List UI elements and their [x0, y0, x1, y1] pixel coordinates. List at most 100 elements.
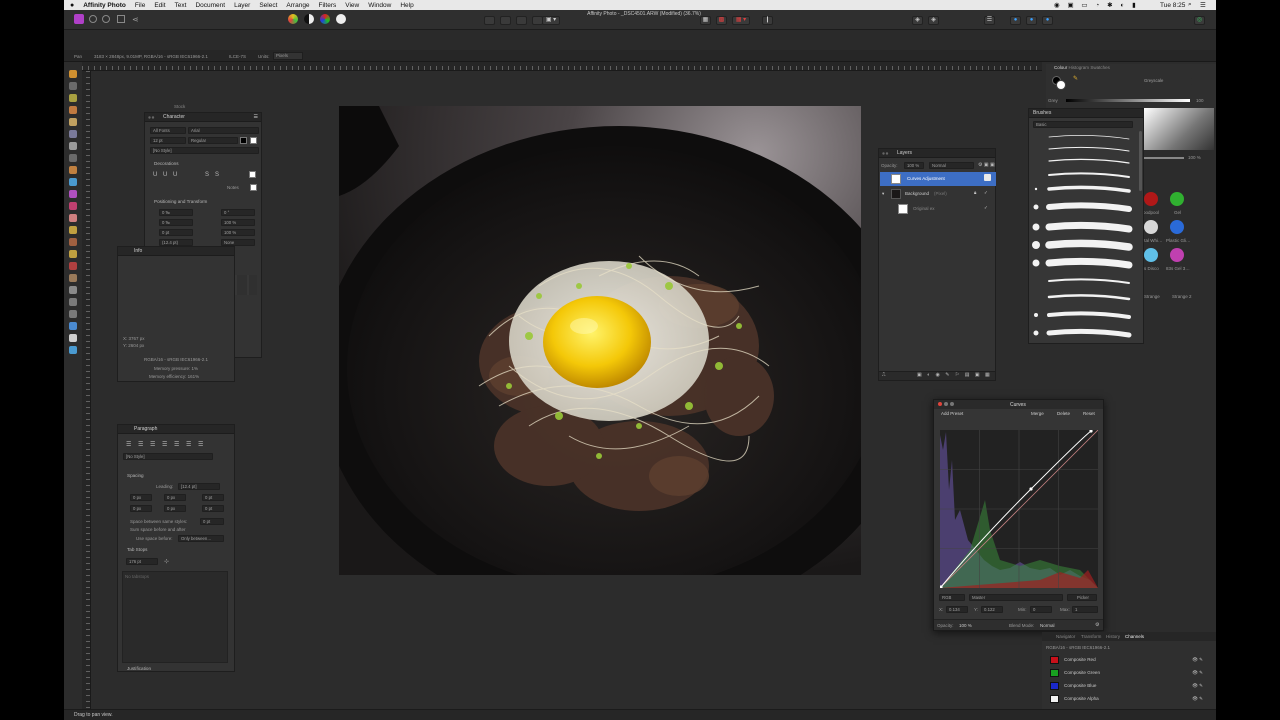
- tab-swatches[interactable]: Swatches: [1090, 65, 1110, 70]
- marquee-tool-icon[interactable]: [69, 154, 77, 162]
- curves-settings-icon[interactable]: ⚙: [1095, 622, 1099, 628]
- menu-list-icon[interactable]: ☰: [1200, 1, 1206, 9]
- foreground-colour-circle[interactable]: [1056, 80, 1066, 90]
- paint-brush-icon[interactable]: [69, 106, 77, 114]
- curves-y-field[interactable]: 0.122: [981, 606, 1003, 613]
- layer-options-icon[interactable]: ⎍: [882, 372, 886, 378]
- layer-row-curves[interactable]: Curves Adjustment: [880, 172, 996, 186]
- menu-layer[interactable]: Layer: [234, 2, 250, 9]
- lock-icons[interactable]: ⚙ ▣ ▣: [978, 162, 995, 168]
- justify-right-icon[interactable]: ☰: [186, 441, 191, 448]
- quick-mask-icon[interactable]: ▦: [700, 16, 711, 25]
- colour-picker-icon[interactable]: [69, 94, 77, 102]
- panel-window-controls-icon[interactable]: [148, 116, 158, 119]
- indent-left-field[interactable]: 0 px: [130, 494, 152, 501]
- tab-history[interactable]: History: [1106, 634, 1120, 639]
- persona-tonemap-icon[interactable]: [117, 15, 125, 23]
- blur-tool-icon[interactable]: [69, 286, 77, 294]
- channel-row-red[interactable]: Composite Red 👁︎ ✎: [1042, 654, 1212, 666]
- font-family-select[interactable]: Arial: [188, 127, 259, 134]
- tab-stop-field[interactable]: 176 pt: [126, 558, 158, 565]
- character-style-select[interactable]: [No Style]: [150, 147, 259, 154]
- close-icon[interactable]: [938, 402, 942, 406]
- refine-selection-icon[interactable]: ▩: [716, 16, 727, 25]
- decorations-section[interactable]: Decorations: [154, 161, 179, 166]
- delete-button[interactable]: Delete: [1057, 411, 1070, 416]
- curves-opacity-value[interactable]: 100 %: [959, 623, 972, 628]
- menu-edit[interactable]: Edit: [154, 2, 165, 9]
- view-mode-icon[interactable]: ●: [1026, 16, 1037, 25]
- brush-sample-blue[interactable]: [1170, 220, 1184, 234]
- sum-space-checkbox[interactable]: Sum space before and after: [130, 527, 186, 532]
- brush-sample-cyan[interactable]: [1144, 248, 1158, 262]
- double-underline-icon[interactable]: U: [163, 172, 167, 178]
- use-space-before-select[interactable]: Only between…: [178, 535, 224, 542]
- justify-all-icon[interactable]: ☰: [198, 441, 203, 448]
- space-same-styles-field[interactable]: 0 pt: [200, 518, 224, 525]
- channel-row-alpha[interactable]: Composite Alpha 👁︎ ✎: [1042, 693, 1212, 705]
- apple-icon[interactable]: ●: [70, 2, 74, 9]
- tab-transform[interactable]: Transform: [1081, 634, 1101, 639]
- eraser-tool-icon[interactable]: [69, 214, 77, 222]
- align-right-icon[interactable]: ☰: [150, 441, 155, 448]
- curves-graph[interactable]: [940, 430, 1098, 588]
- notes-swatch[interactable]: [250, 184, 257, 191]
- lasso-tool-icon[interactable]: [69, 166, 77, 174]
- persona-develop-icon[interactable]: [102, 15, 110, 23]
- split-view-icon[interactable]: ●: [1042, 16, 1053, 25]
- brush-strokes-list[interactable]: [1029, 131, 1143, 343]
- persona-liquify-icon[interactable]: [89, 15, 97, 23]
- spacing-section[interactable]: Spacing: [127, 473, 144, 478]
- reset-button[interactable]: Reset: [1083, 411, 1095, 416]
- colour-picker-icon[interactable]: ✎: [1073, 75, 1078, 82]
- crop-tool-icon[interactable]: [69, 118, 77, 126]
- double-strikethrough-icon[interactable]: S: [215, 172, 219, 178]
- flood-select-icon[interactable]: [69, 142, 77, 150]
- mask-mode-icon[interactable]: ▦ ▾: [732, 16, 750, 25]
- layer-lock-icon[interactable]: 🔒︎: [974, 190, 976, 195]
- baseline-field[interactable]: 0 pt: [159, 229, 193, 236]
- auto-colour-icon[interactable]: [320, 14, 330, 24]
- curves-max-field[interactable]: 1: [1072, 606, 1098, 613]
- tracking-field[interactable]: 0 ‰: [159, 209, 193, 216]
- colour-mode-select[interactable]: Greyscale: [1142, 78, 1192, 85]
- arrange-forward-icon[interactable]: ◈: [928, 16, 939, 25]
- font-style-select[interactable]: Regular: [188, 137, 238, 144]
- gradient-tool-icon[interactable]: [69, 190, 77, 198]
- align-left-icon[interactable]: ☰: [126, 441, 131, 448]
- brush-category-select[interactable]: Basic: [1033, 121, 1133, 128]
- indent-first-field[interactable]: 0 px: [164, 494, 186, 501]
- skew-field[interactable]: 0 °: [221, 209, 255, 216]
- expand-triangle-icon[interactable]: ▾: [882, 191, 884, 197]
- pen-tool-icon[interactable]: [69, 298, 77, 306]
- curves-space-select[interactable]: RGB: [939, 594, 965, 601]
- grey-slider[interactable]: [1066, 99, 1190, 102]
- stock-panel-title[interactable]: Stock: [174, 104, 185, 109]
- selection-mode-add[interactable]: [500, 16, 511, 25]
- justify-center-icon[interactable]: ☰: [174, 441, 179, 448]
- layer-opacity-field[interactable]: 100 %: [904, 162, 924, 169]
- menu-app-name[interactable]: Affinity Photo: [83, 2, 126, 9]
- canvas-photo[interactable]: [339, 106, 861, 575]
- smudge-tool-icon[interactable]: [69, 274, 77, 282]
- tab-histogram[interactable]: Histogram: [1069, 65, 1090, 70]
- scale-horizontal-field[interactable]: 100 %: [221, 219, 255, 226]
- justification-section[interactable]: Justification: [127, 666, 151, 671]
- layer-visible-checkbox[interactable]: [984, 174, 991, 181]
- zoom-tool-icon[interactable]: [69, 346, 77, 354]
- brush-tool-icon[interactable]: [69, 202, 77, 210]
- brushes-scrollbar[interactable]: [1139, 131, 1142, 191]
- curves-min-field[interactable]: 0: [1030, 606, 1052, 613]
- layer-row-background[interactable]: ▾ Background (Pixel) 🔒︎ ✓: [880, 187, 996, 201]
- strikethrough-icon[interactable]: S: [205, 172, 209, 178]
- panel-menu-icon[interactable]: ☰: [254, 113, 258, 122]
- move-tool-icon[interactable]: [69, 82, 77, 90]
- fill-tool-icon[interactable]: [69, 178, 77, 186]
- dodge-tool-icon[interactable]: [69, 226, 77, 234]
- snapping-icon[interactable]: ▣ ▾: [542, 16, 560, 25]
- layer-visible-checkbox[interactable]: ✓: [984, 190, 988, 196]
- tab-channels[interactable]: Channels: [1125, 634, 1144, 639]
- minimize-icon[interactable]: [944, 402, 948, 406]
- channel-visibility-icon[interactable]: 👁︎ ✎: [1192, 680, 1203, 692]
- context-units-select[interactable]: Pixels: [273, 52, 304, 60]
